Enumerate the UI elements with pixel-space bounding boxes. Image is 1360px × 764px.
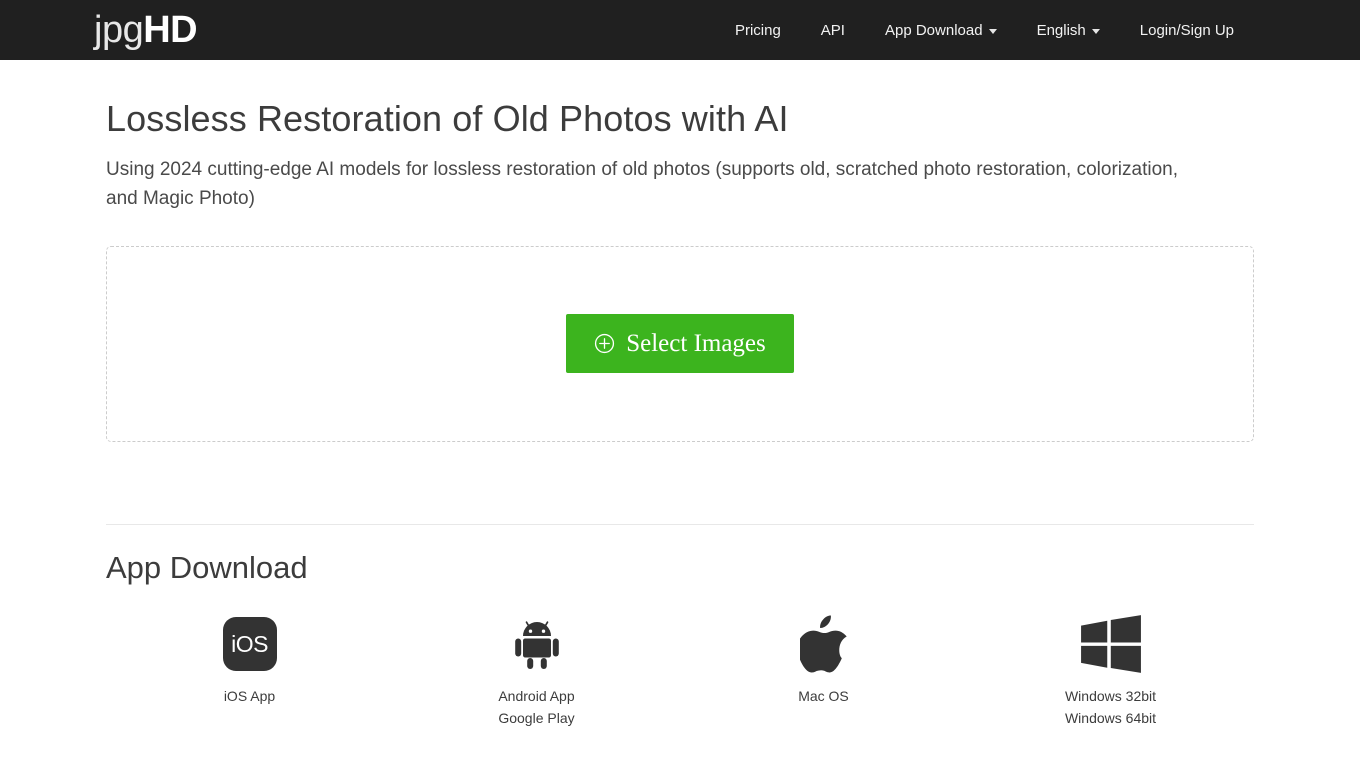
apple-logo-icon <box>799 612 848 676</box>
app-label-windows: Windows 32bit Windows 64bit <box>1065 685 1156 729</box>
app-label-windows-line2: Windows 64bit <box>1064 710 1157 727</box>
image-dropzone[interactable]: Select Images <box>106 245 1254 442</box>
page-subtitle: Using 2024 cutting-edge AI models for lo… <box>106 159 1178 210</box>
app-download-row: iOS iOS App Android App Google Play Mac … <box>106 612 1254 729</box>
app-download-windows[interactable]: Windows 32bit Windows 64bit <box>967 612 1254 729</box>
nav-item-login-signup[interactable]: Login/Sign Up <box>1120 15 1254 46</box>
plus-circle-icon <box>594 333 615 354</box>
page-title: Lossless Restoration of Old Photos with … <box>106 98 789 139</box>
nav-item-api[interactable]: API <box>801 15 865 46</box>
section-divider <box>106 523 1254 525</box>
app-label-windows-line1: Windows 32bit <box>1064 688 1157 705</box>
ios-app-icon: iOS <box>222 612 277 676</box>
site-header: jpg HD Pricing API App Download English L… <box>0 0 1360 60</box>
app-label-macos: Mac OS <box>798 688 849 705</box>
nav-label-app-download: App Download <box>884 21 983 39</box>
nav-item-language[interactable]: English <box>1017 15 1120 46</box>
logo-text-bold: HD <box>143 9 198 51</box>
app-download-section: App Download iOS iOS App Android App Goo… <box>106 549 1254 729</box>
select-images-button[interactable]: Select Images <box>566 314 794 374</box>
site-logo[interactable]: jpg HD <box>94 9 198 51</box>
ios-tile-label: iOS <box>222 617 277 672</box>
logo-text-light: jpg <box>94 9 144 51</box>
windows-logo-icon <box>1080 612 1142 676</box>
android-robot-icon <box>513 612 561 676</box>
app-download-ios[interactable]: iOS iOS App <box>106 612 393 729</box>
page-content: Lossless Restoration of Old Photos with … <box>106 60 1254 764</box>
app-label-android: Android App Google Play <box>498 685 574 729</box>
app-label-ios: iOS App <box>223 688 276 705</box>
hero-section: Lossless Restoration of Old Photos with … <box>106 60 1254 214</box>
app-download-title: App Download <box>106 549 308 585</box>
main-navigation: Pricing API App Download English Login/S… <box>715 15 1254 46</box>
app-label-android-line2: Google Play <box>498 710 575 727</box>
select-images-label: Select Images <box>626 330 766 358</box>
app-label-android-line1: Android App <box>498 688 575 705</box>
chevron-down-icon <box>1091 28 1100 34</box>
chevron-down-icon <box>988 28 997 34</box>
app-download-macos[interactable]: Mac OS <box>680 612 967 729</box>
demo-section-title: jpgHD Enhancement Demo <box>106 757 1254 764</box>
app-download-android[interactable]: Android App Google Play <box>393 612 680 729</box>
nav-label-api: API <box>820 21 845 39</box>
nav-label-language: English <box>1036 21 1086 39</box>
nav-item-pricing[interactable]: Pricing <box>715 15 801 46</box>
nav-label-pricing: Pricing <box>734 21 781 39</box>
nav-item-app-download[interactable]: App Download <box>865 15 1017 46</box>
nav-label-login-signup: Login/Sign Up <box>1139 21 1234 39</box>
